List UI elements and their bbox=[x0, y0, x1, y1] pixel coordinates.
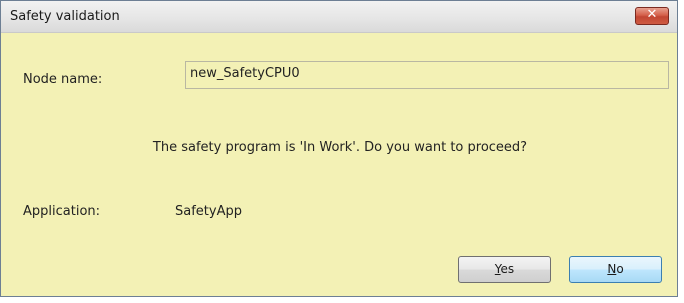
node-name-label: Node name: bbox=[23, 72, 103, 87]
close-icon: ✕ bbox=[646, 7, 658, 22]
title-bar[interactable]: Safety validation ✕ bbox=[1, 1, 677, 33]
node-name-field[interactable]: new_SafetyCPU0 bbox=[185, 61, 669, 89]
confirmation-message: The safety program is 'In Work'. Do you … bbox=[152, 140, 528, 155]
safety-validation-dialog: Safety validation ✕ Node name: new_Safet… bbox=[0, 0, 678, 297]
no-button[interactable]: No bbox=[569, 256, 662, 283]
application-value: SafetyApp bbox=[175, 204, 242, 219]
close-button[interactable]: ✕ bbox=[635, 7, 669, 25]
dialog-title: Safety validation bbox=[10, 9, 120, 24]
no-mnemonic: N bbox=[607, 262, 617, 276]
no-label-rest: o bbox=[616, 262, 624, 276]
yes-label-rest: es bbox=[500, 262, 515, 276]
yes-button[interactable]: Yes bbox=[458, 256, 551, 283]
application-label: Application: bbox=[23, 204, 101, 219]
